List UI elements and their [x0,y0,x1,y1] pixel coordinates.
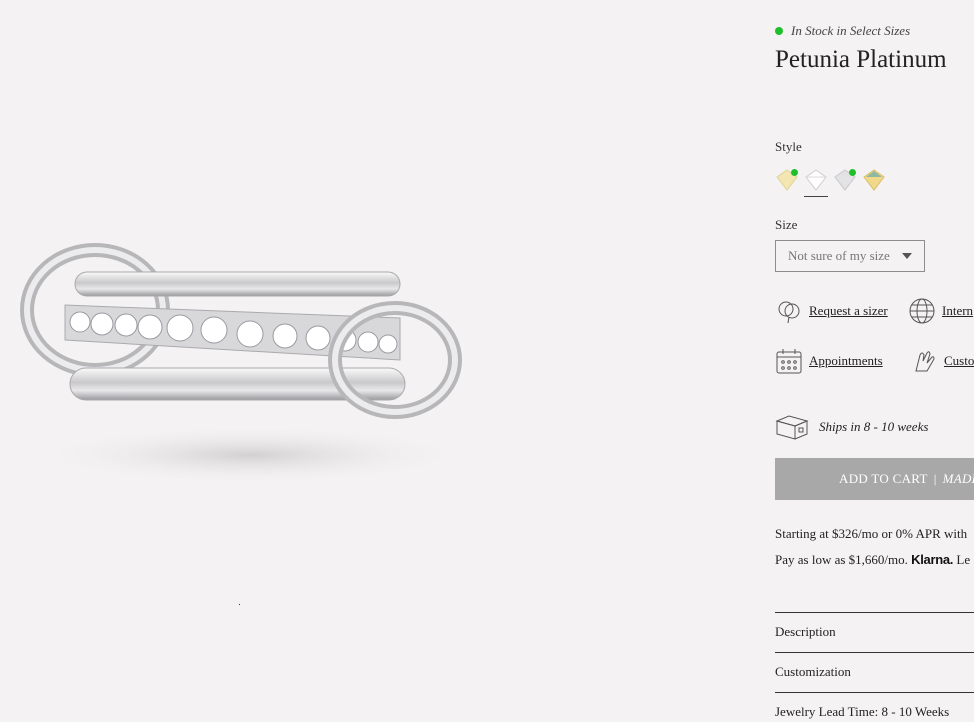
accordion-customization[interactable]: Customization [775,664,851,680]
product-details-panel: In Stock in Select Sizes Petunia Platinu… [775,0,974,722]
ring-image [20,243,470,485]
swatch-yellow-diamond[interactable] [775,168,799,192]
appointments-link[interactable]: Appointments [775,347,883,375]
cart-suffix: MADE [942,471,974,486]
hand-icon [910,347,938,375]
cart-separator: | [933,471,937,486]
swatch-grey-diamond[interactable] [833,168,857,192]
selected-swatch-underline [804,196,828,197]
financing-line-1: Starting at $326/mo or 0% APR with [775,526,968,541]
product-image [0,0,760,722]
stock-dot-icon [775,27,783,35]
available-dot-icon [791,169,798,176]
style-swatches [775,168,905,200]
accordion-divider [775,612,974,613]
available-dot-icon [849,169,856,176]
calendar-icon [775,347,803,375]
image-speck [239,604,240,605]
stock-status-text: In Stock in Select Sizes [791,23,911,38]
size-label: Size [775,217,798,232]
international-label[interactable]: Intern [942,303,973,319]
globe-icon [908,297,936,325]
request-sizer-label[interactable]: Request a sizer [809,303,888,319]
appointments-label[interactable]: Appointments [809,353,883,369]
financing-line-2: Pay as low as $1,660/mo. Klarna. Le [775,552,970,568]
size-dropdown-value: Not sure of my size [788,248,890,263]
financing-learn-more[interactable]: Le [956,552,970,567]
add-to-cart-label: ADD TO CART [839,471,928,486]
accordion-description[interactable]: Description [775,624,836,640]
request-sizer-link[interactable]: Request a sizer [775,297,888,325]
stock-status: In Stock in Select Sizes [775,23,910,39]
box-icon [775,415,809,440]
klarna-logo: Klarna. [911,552,954,567]
financing-amount: Pay as low as $1,660/mo. [775,552,908,567]
ring-sizer-icon [775,297,803,325]
international-link[interactable]: Intern [908,297,973,325]
champagne-diamond-icon [863,169,885,191]
customization-label[interactable]: Custo [944,353,974,369]
white-diamond-icon [805,169,827,191]
product-title: Petunia Platinum [775,46,947,73]
swatch-champagne-diamond[interactable] [862,168,886,192]
accordion-lead-time[interactable]: Jewelry Lead Time: 8 - 10 Weeks [775,704,949,720]
accordion-divider [775,692,974,693]
shipping-text: Ships in 8 - 10 weeks [819,419,929,434]
size-dropdown[interactable]: Not sure of my size [775,240,925,272]
add-to-cart-button[interactable]: ADD TO CART | MADE [775,458,974,500]
chevron-down-icon [902,253,912,259]
style-label: Style [775,139,802,154]
accordion-divider [775,652,974,653]
swatch-white-diamond[interactable] [804,168,828,192]
customization-link[interactable]: Custo [910,347,974,375]
shipping-info: Ships in 8 - 10 weeks [775,413,928,441]
